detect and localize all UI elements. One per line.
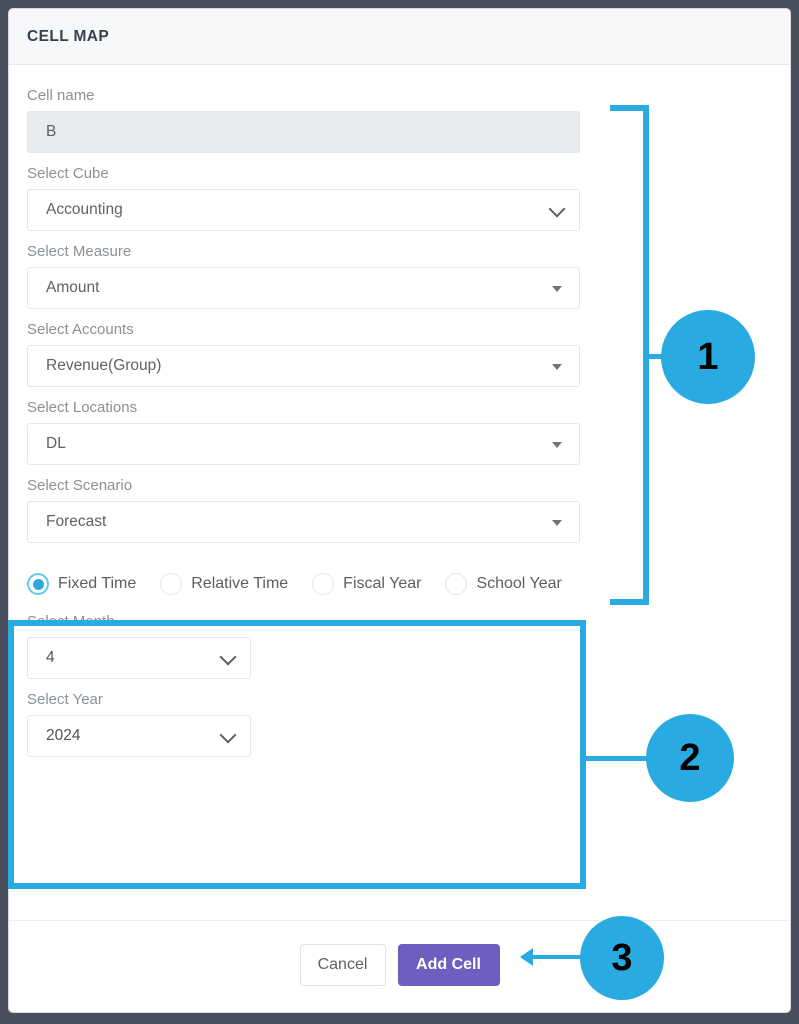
modal-footer: Cancel Add Cell (9, 920, 790, 1012)
radio-school-year-label: School Year (476, 575, 562, 592)
select-month-value: 4 (46, 649, 55, 666)
select-measure-value: Amount (46, 279, 100, 296)
label-select-scenario: Select Scenario (27, 477, 133, 494)
cell-name-value: B (46, 123, 57, 140)
label-select-year: Select Year (27, 691, 103, 708)
label-select-measure: Select Measure (27, 243, 132, 260)
select-cube-value: Accounting (46, 201, 123, 218)
select-scenario-value: Forecast (46, 513, 107, 530)
radio-fiscal-year[interactable]: Fiscal Year (312, 573, 421, 595)
select-scenario-dropdown[interactable]: Forecast (27, 501, 580, 543)
select-cube-dropdown[interactable]: Accounting (27, 189, 580, 231)
select-accounts-dropdown[interactable]: Revenue(Group) (27, 345, 580, 387)
page-title: CELL MAP (27, 27, 110, 45)
screen: CELL MAP Cell name B Select Cube Account… (0, 0, 799, 1024)
label-cell-name: Cell name (27, 87, 95, 104)
caret-down-icon (552, 286, 562, 292)
select-year-dropdown[interactable]: 2024 (27, 715, 251, 757)
chevron-down-icon (548, 200, 566, 218)
modal-body: Cell name B Select Cube Accounting Selec… (9, 65, 790, 757)
select-measure-dropdown[interactable]: Amount (27, 267, 580, 309)
caret-down-icon (552, 520, 562, 526)
radio-relative-time-label: Relative Time (191, 575, 289, 592)
radio-fixed-time[interactable]: Fixed Time (27, 573, 136, 595)
select-locations-dropdown[interactable]: DL (27, 423, 580, 465)
radio-fixed-time-label: Fixed Time (58, 575, 137, 592)
label-select-accounts: Select Accounts (27, 321, 134, 338)
cell-name-input[interactable]: B (27, 111, 580, 153)
add-cell-button[interactable]: Add Cell (397, 944, 500, 986)
radio-school-year[interactable]: School Year (445, 573, 562, 595)
time-type-section: Fixed Time Relative Time Fiscal Year Sch… (27, 555, 772, 757)
cell-map-modal: CELL MAP Cell name B Select Cube Account… (8, 8, 791, 1013)
radio-fiscal-year-label: Fiscal Year (343, 575, 422, 592)
label-select-locations: Select Locations (27, 399, 138, 416)
cancel-button[interactable]: Cancel (299, 944, 386, 986)
radio-unselected-icon (312, 573, 335, 595)
radio-selected-icon (27, 573, 49, 595)
select-year-value: 2024 (46, 727, 81, 744)
select-accounts-value: Revenue(Group) (46, 357, 162, 374)
radio-unselected-icon (445, 573, 468, 595)
chevron-down-icon (219, 726, 237, 744)
label-select-month: Select Month (27, 613, 115, 630)
chevron-down-icon (219, 648, 237, 666)
time-type-radio-group: Fixed Time Relative Time Fiscal Year Sch… (27, 569, 772, 599)
modal-header: CELL MAP (9, 9, 790, 65)
caret-down-icon (552, 442, 562, 448)
radio-unselected-icon (160, 573, 183, 595)
radio-relative-time[interactable]: Relative Time (160, 573, 288, 595)
label-select-cube: Select Cube (27, 165, 109, 182)
select-month-dropdown[interactable]: 4 (27, 637, 251, 679)
caret-down-icon (552, 364, 562, 370)
select-locations-value: DL (46, 435, 66, 452)
